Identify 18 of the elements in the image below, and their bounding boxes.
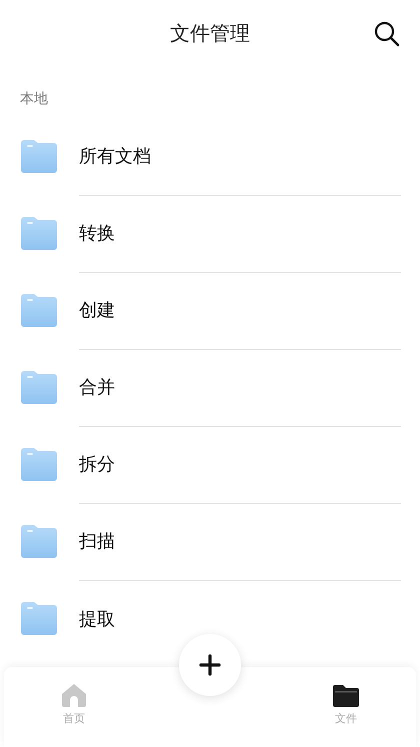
folder-label[interactable]: 创建 [79, 298, 115, 322]
folder-icon [21, 294, 57, 327]
folder-label[interactable]: 拆分 [79, 452, 115, 476]
folder-icon [21, 602, 57, 635]
folder-icon [21, 448, 57, 481]
folder-label[interactable]: 扫描 [79, 529, 115, 553]
folder-icon [21, 371, 57, 404]
folder-label[interactable]: 合并 [79, 375, 115, 399]
page-title: 文件管理 [170, 20, 250, 46]
folder-icon [21, 525, 57, 558]
search-icon[interactable] [374, 21, 400, 47]
section-label: 本地 [20, 90, 48, 108]
folder-icon [21, 217, 57, 250]
folder-label[interactable]: 所有文档 [79, 144, 151, 168]
folder-icon [21, 140, 57, 173]
folder-label[interactable]: 提取 [79, 606, 115, 630]
plus-icon [199, 654, 221, 676]
folder-label[interactable]: 转换 [79, 221, 115, 245]
